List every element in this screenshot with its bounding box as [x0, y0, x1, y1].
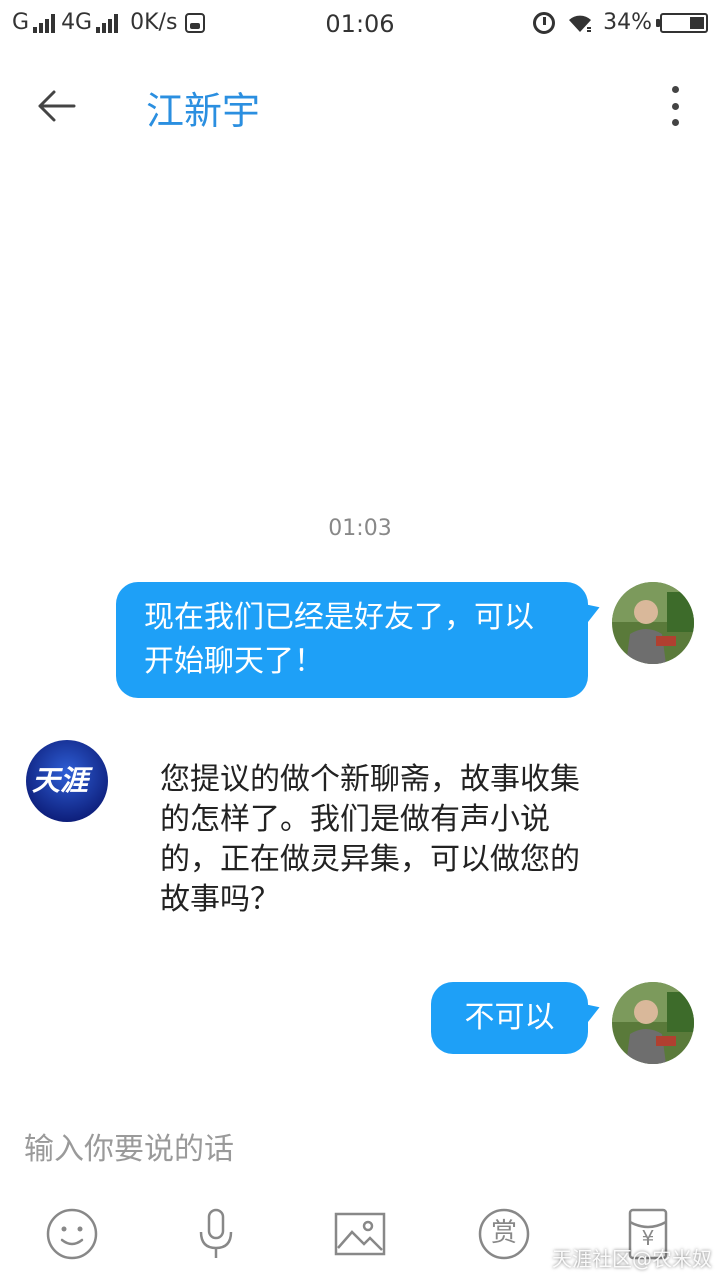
back-arrow-icon	[38, 90, 76, 122]
chat-header: 江新宇	[0, 64, 720, 148]
user-avatar-photo	[612, 582, 694, 664]
contact-name[interactable]: 江新宇	[146, 80, 260, 135]
back-button[interactable]	[34, 82, 82, 130]
emoji-icon	[46, 1208, 98, 1260]
microphone-icon	[199, 1208, 233, 1258]
reward-label: 赏	[490, 1218, 517, 1248]
message-input[interactable]	[24, 1124, 694, 1174]
watermark: 天涯社区@农米奴	[552, 1247, 712, 1271]
image-button[interactable]	[332, 1206, 388, 1262]
more-button[interactable]	[660, 82, 690, 130]
outgoing-message[interactable]: 不可以	[431, 982, 588, 1054]
voice-button[interactable]	[188, 1206, 244, 1262]
tianya-logo-avatar: 天涯	[26, 740, 108, 822]
status-bar: G 4G 0K/s 01:06 34%	[0, 0, 720, 52]
battery-fill	[690, 16, 704, 29]
status-right: 34%	[533, 10, 708, 35]
battery-icon	[656, 12, 708, 33]
alarm-icon	[533, 11, 556, 34]
svg-text:天涯: 天涯	[32, 764, 93, 797]
message-timestamp: 01:03	[328, 516, 392, 541]
battery-percent: 34%	[603, 10, 652, 35]
emoji-button[interactable]	[44, 1206, 100, 1262]
avatar[interactable]	[612, 982, 694, 1064]
reward-button[interactable]: 赏	[476, 1206, 532, 1262]
user-avatar-photo	[612, 982, 694, 1064]
outgoing-message[interactable]: 现在我们已经是好友了，可以开始聊天了！	[116, 582, 588, 698]
avatar[interactable]	[612, 582, 694, 664]
more-vertical-icon	[671, 86, 679, 93]
image-icon	[334, 1212, 386, 1256]
incoming-message[interactable]: 您提议的做个新聊斋，故事收集的怎样了。我们是做有声小说的，正在做灵异集，可以做您…	[160, 760, 580, 920]
wifi-icon	[569, 15, 592, 32]
avatar[interactable]: 天涯	[26, 740, 108, 822]
